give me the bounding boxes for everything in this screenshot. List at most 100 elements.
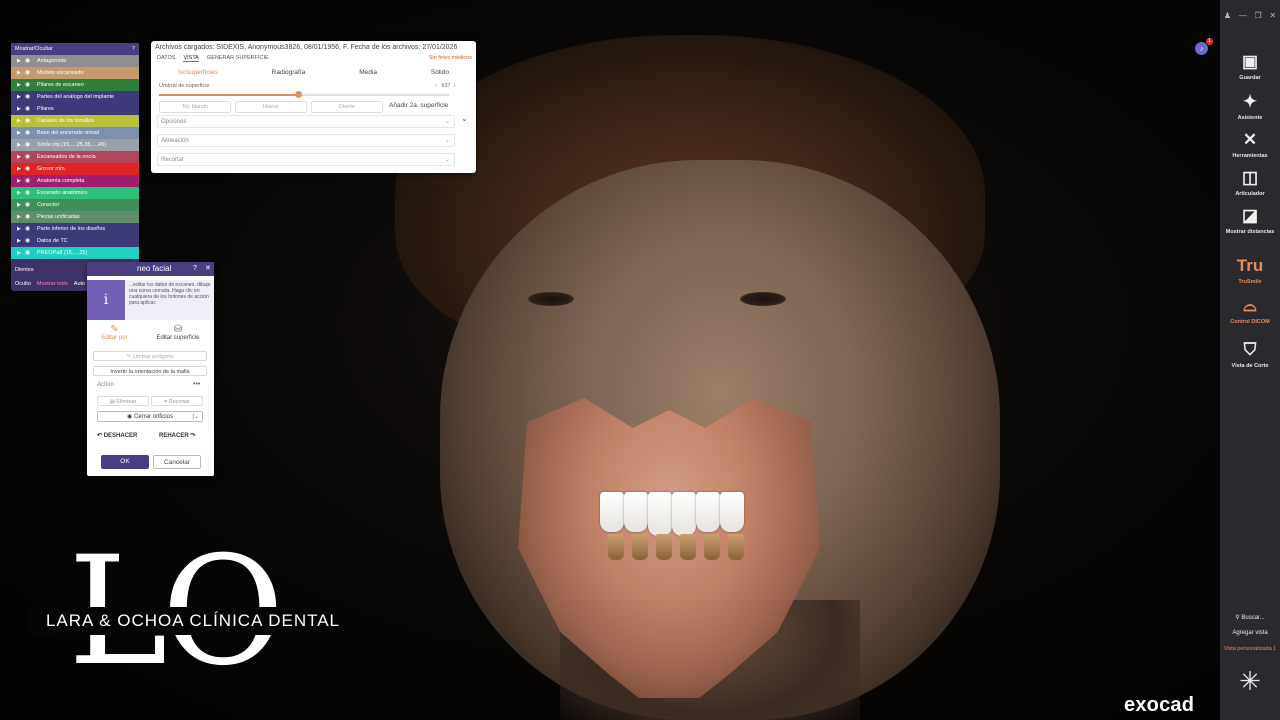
clear-polygon-button[interactable]: ✎ Limpiar polígono [93, 351, 207, 361]
eye-icon[interactable]: ◉ [25, 151, 30, 163]
expand-arrow-icon[interactable]: ▶ [17, 91, 21, 103]
layer-row[interactable]: ▶ ◉ PREOPa8 (15,...,25) [11, 247, 139, 259]
undo-button[interactable]: ↶ DESHACER [97, 432, 137, 439]
eye-icon[interactable]: ◉ [25, 247, 30, 259]
eye-icon[interactable]: ◉ [25, 175, 30, 187]
close-holes-button[interactable]: ◉ Cerrar orificios |⌄ [97, 411, 203, 422]
eye-icon[interactable]: ◉ [25, 139, 30, 151]
expand-arrow-icon[interactable]: ▶ [17, 79, 21, 91]
invert-mesh-button[interactable]: Invertir la orientación de la malla [93, 366, 207, 376]
chevron-down-icon[interactable]: |⌄ [192, 412, 199, 423]
eye-icon[interactable]: ◉ [25, 103, 30, 115]
toolbar-section-view-button[interactable]: ⛉ Vista de Corte [1220, 340, 1280, 369]
close-icon[interactable]: ✕ [1269, 11, 1276, 20]
more-options-icon[interactable]: ••• [193, 381, 200, 388]
threshold-slider-handle[interactable] [295, 91, 303, 98]
expand-arrow-icon[interactable]: ▶ [17, 163, 21, 175]
layer-row[interactable]: ▶ ◉ Escaneados de la encía [11, 151, 139, 163]
eye-icon[interactable]: ◉ [25, 235, 30, 247]
expand-arrow-icon[interactable]: ▶ [17, 151, 21, 163]
layer-row[interactable]: ▶ ◉ Pilares [11, 103, 139, 115]
ok-button[interactable]: OK [101, 455, 149, 469]
expand-arrow-icon[interactable]: ▶ [17, 211, 21, 223]
toolbar-dicom-button[interactable]: ⌓ Control DICOM [1220, 296, 1280, 325]
expand-arrow-icon[interactable]: ▶ [17, 175, 21, 187]
view-mode-tab[interactable]: Isosuperficies [178, 69, 218, 76]
chevron-down-icon[interactable]: ⌄ [461, 114, 468, 123]
layer-row[interactable]: ▶ ◉ Partes del análogo del implante [11, 91, 139, 103]
dialog-tab[interactable]: VISTA [183, 55, 199, 62]
eye-icon[interactable]: ◉ [25, 127, 30, 139]
redo-button[interactable]: REHACER ↷ [159, 432, 195, 439]
show-all-button[interactable]: Mostrar todo [37, 277, 68, 291]
tissue-button[interactable]: Tej. blando [159, 101, 231, 113]
layer-row[interactable]: ▶ ◉ Canales de los tornillos [11, 115, 139, 127]
crop-button[interactable]: ⌗ Recortar [151, 396, 203, 406]
eye-icon[interactable]: ◉ [25, 199, 30, 211]
layer-row[interactable]: ▶ ◉ Conector [11, 199, 139, 211]
dialog-tab[interactable]: GENERAR SUPERFICIE [207, 55, 269, 62]
tissue-button[interactable]: Diente [311, 101, 383, 113]
expand-arrow-icon[interactable]: ▶ [17, 103, 21, 115]
expand-arrow-icon[interactable]: ▶ [17, 223, 21, 235]
teeth-toggle[interactable]: Dientes [15, 263, 34, 277]
close-icon[interactable]: ✕ [205, 262, 211, 276]
toolbar-articulator-button[interactable]: ◫ Articulador [1220, 168, 1280, 197]
layer-row[interactable]: ▶ ◉ Parte inferior de los diseños [11, 223, 139, 235]
layer-row[interactable]: ▶ ◉ Encerado anatómico [11, 187, 139, 199]
add-view-button[interactable]: Agregar vista [1220, 630, 1280, 636]
layer-row[interactable]: ▶ ◉ Grosor mín. [11, 163, 139, 175]
layers-panel-header[interactable]: Mostrar/Ocultar ? [11, 43, 139, 55]
layer-row[interactable]: ▶ ◉ Modelo escaneado [11, 67, 139, 79]
eye-icon[interactable]: ◉ [25, 55, 30, 67]
view-mode-tab[interactable]: Radiografía [272, 69, 306, 76]
eye-icon[interactable]: ◉ [25, 91, 30, 103]
help-icon[interactable]: ? [132, 43, 135, 55]
toolbar-trusmile-button[interactable]: Tru TruSmile [1220, 256, 1280, 285]
eye-icon[interactable]: ◉ [25, 115, 30, 127]
maximize-icon[interactable]: ❐ [1255, 11, 1262, 20]
expand-arrow-icon[interactable]: ▶ [17, 235, 21, 247]
layer-row[interactable]: ▶ ◉ Datos de TC [11, 235, 139, 247]
expand-arrow-icon[interactable]: ▶ [17, 115, 21, 127]
add-second-surface-button[interactable]: Añadir 2a. superficie [389, 102, 448, 109]
dialog-tab[interactable]: DATOS [157, 55, 175, 62]
expand-arrow-icon[interactable]: ▶ [17, 199, 21, 211]
view-mode-tab[interactable]: Media [359, 69, 377, 76]
layer-row[interactable]: ▶ ◉ Base del encerado virtual [11, 127, 139, 139]
expand-arrow-icon[interactable]: ▶ [17, 247, 21, 259]
minimize-icon[interactable]: — [1239, 11, 1247, 20]
view-mode-tab[interactable]: Sólido [431, 69, 449, 76]
search-button[interactable]: ⚲ Buscar... [1220, 614, 1280, 621]
options-dropdown[interactable]: Opciones ⌄ [157, 115, 455, 128]
expand-arrow-icon[interactable]: ▶ [17, 139, 21, 151]
expand-arrow-icon[interactable]: ▶ [17, 67, 21, 79]
layer-row[interactable]: ▶ ◉ Pilares de escaneo [11, 79, 139, 91]
expand-arrow-icon[interactable]: ▶ [17, 55, 21, 67]
toolbar-save-button[interactable]: ▣ Guardar [1220, 52, 1280, 81]
help-icon[interactable]: ? [193, 262, 197, 276]
edit-surface-mode[interactable]: ⛁ Editar superficie [156, 324, 199, 346]
eye-icon[interactable]: ◉ [25, 223, 30, 235]
toolbar-wizard-button[interactable]: ✦ Asistente [1220, 92, 1280, 121]
tissue-button[interactable]: Hueso [235, 101, 307, 113]
view-cube-icon[interactable]: ✳ [1220, 666, 1280, 696]
layer-row[interactable]: ▶ ◉ Antagonista [11, 55, 139, 67]
eye-icon[interactable]: ◉ [25, 211, 30, 223]
eye-icon[interactable]: ◉ [25, 163, 30, 175]
alignment-dropdown[interactable]: Alineación ⌄ [157, 134, 455, 147]
expand-arrow-icon[interactable]: ▶ [17, 127, 21, 139]
eye-icon[interactable]: ◉ [25, 79, 30, 91]
dental-design[interactable] [560, 478, 780, 568]
non-medical-link[interactable]: Sin fines médicos [429, 55, 472, 61]
eye-icon[interactable]: ◉ [25, 187, 30, 199]
crop-dropdown[interactable]: Recortar ⌄ [157, 153, 455, 166]
cancel-button[interactable]: Cancelar [153, 455, 201, 469]
layer-row[interactable]: ▶ ◉ Anatomía completa [11, 175, 139, 187]
custom-view-button[interactable]: Vista personalizada 1 [1220, 646, 1280, 652]
user-icon[interactable]: ♟ [1224, 11, 1231, 20]
toolbar-tools-button[interactable]: ✕ Herramientas [1220, 130, 1280, 159]
eye-icon[interactable]: ◉ [25, 67, 30, 79]
threshold-slider[interactable] [159, 91, 449, 98]
layer-row[interactable]: ▶ ◉ Smile.obj (15,...,25,35,...,45) [11, 139, 139, 151]
